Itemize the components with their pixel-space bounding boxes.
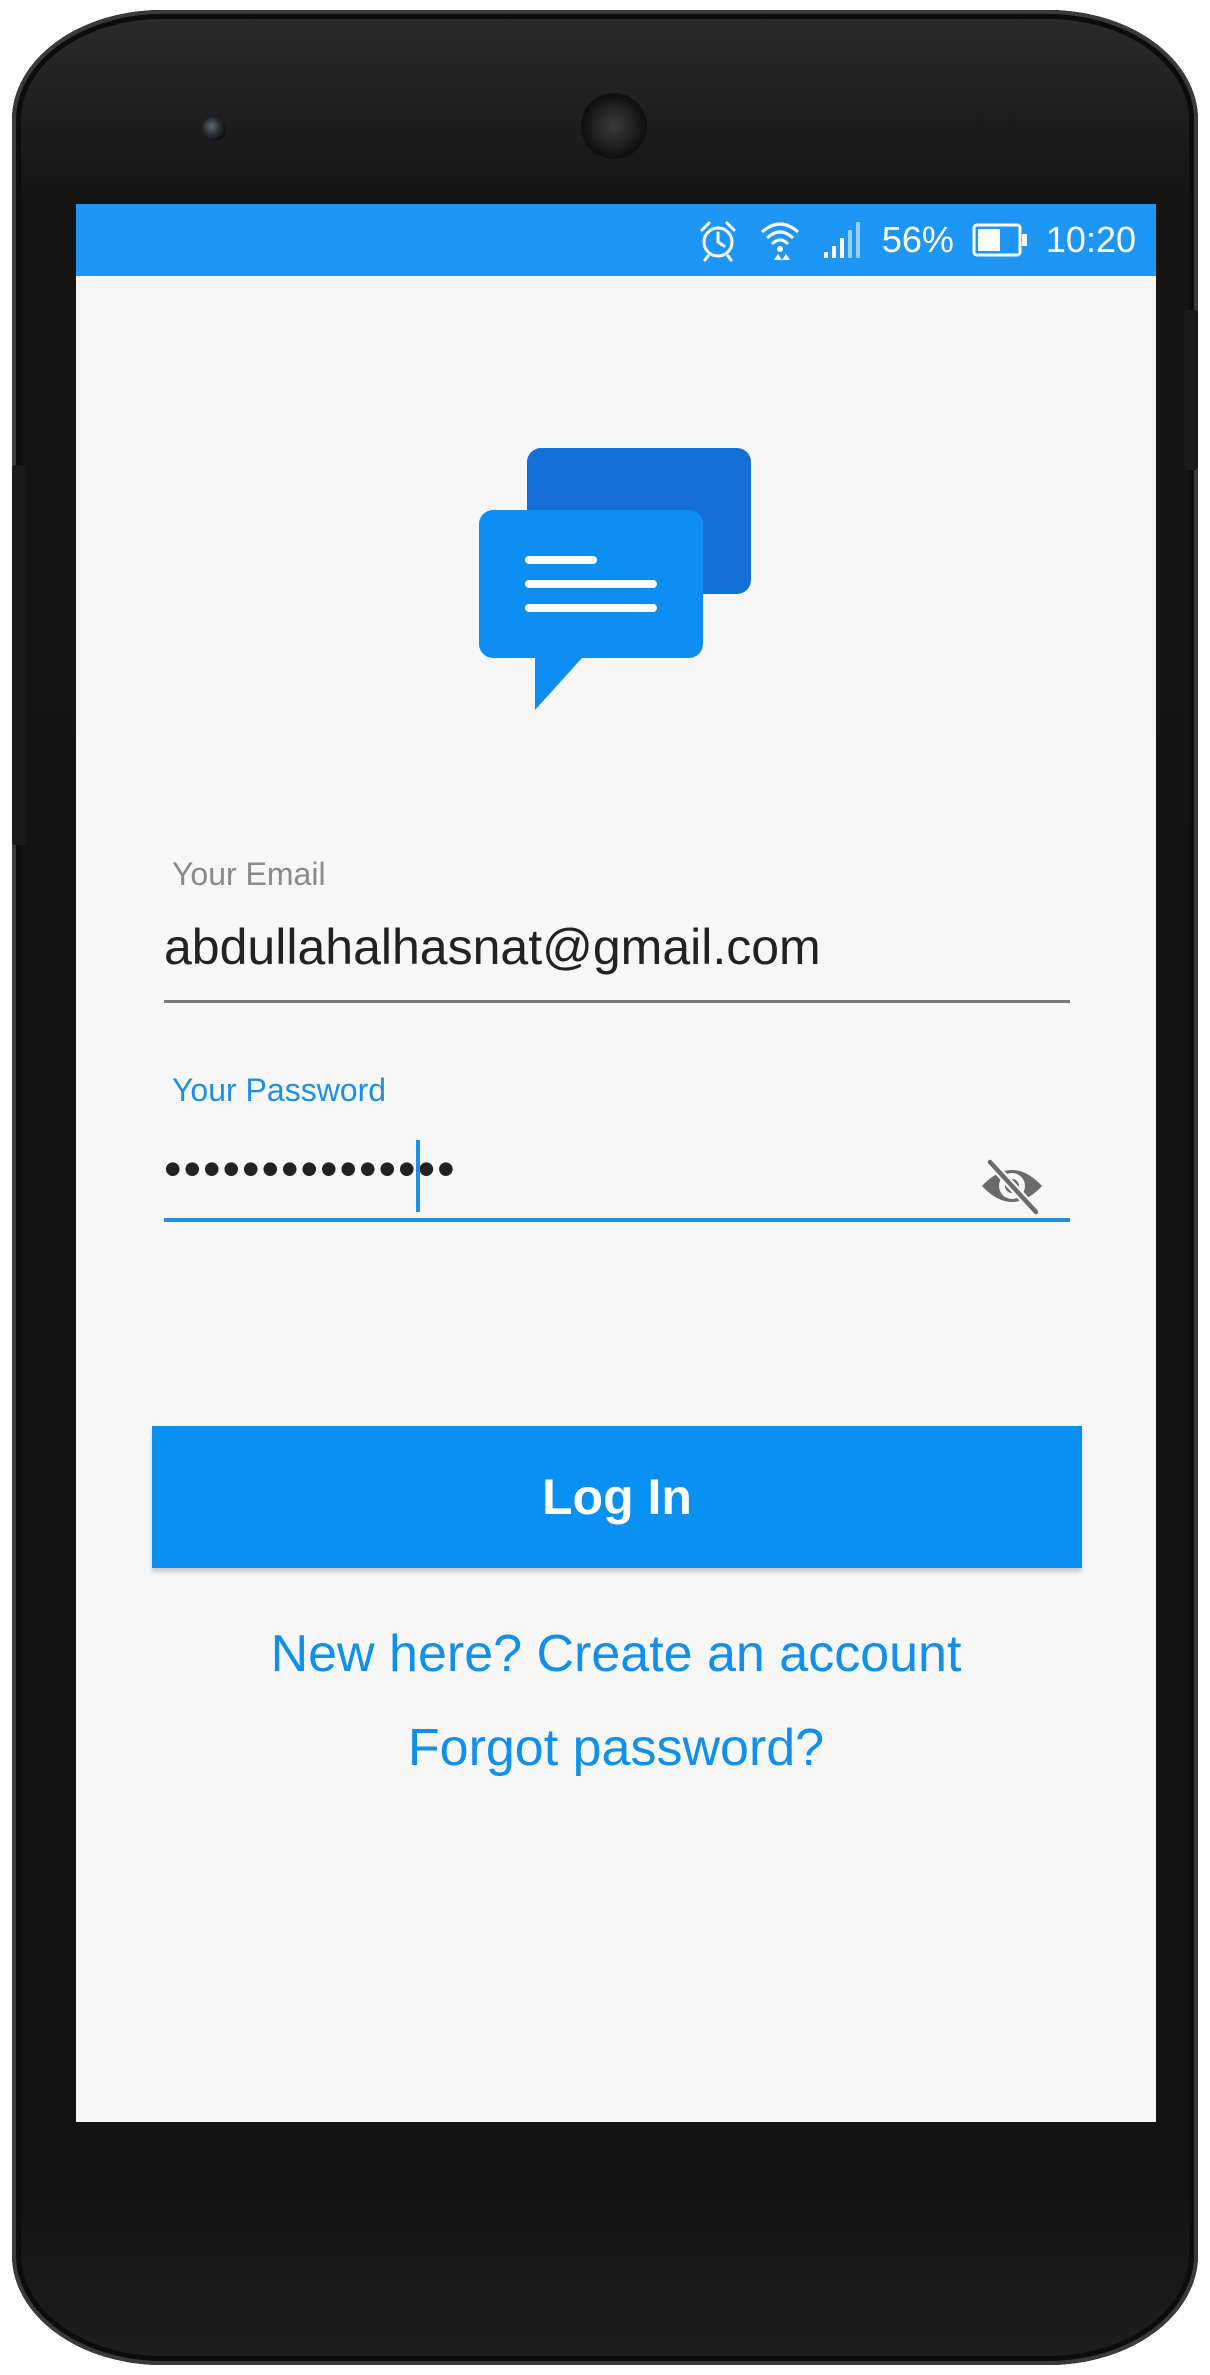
clock: 10:20 [1045,219,1136,260]
light-sensor [1007,118,1019,130]
front-camera [202,117,226,141]
proximity-sensor [972,118,984,130]
email-underline [164,1000,1070,1003]
email-input[interactable]: abdullahalhasnat@gmail.com [164,918,821,976]
create-account-link[interactable]: New here? Create an account [76,1624,1156,1684]
power-button [1184,310,1198,470]
text-caret [416,1140,420,1212]
login-button[interactable]: Log In [152,1426,1082,1568]
battery-percent: 56% [881,219,954,260]
chat-bubbles-icon [479,448,753,715]
phone-frame: 56% 10:20 Your Email abdullahalhasnat@gm… [12,10,1198,2365]
email-label: Your Email [172,856,326,892]
alarm-icon [696,218,740,262]
app-screen: 56% 10:20 Your Email abdullahalhasnat@gm… [76,204,1156,2122]
wifi-icon [758,218,802,262]
volume-button [12,465,26,845]
email-field[interactable]: Your Email abdullahalhasnat@gmail.com [164,856,1070,1006]
signal-icon [820,218,864,262]
status-bar: 56% 10:20 [76,204,1156,276]
password-input[interactable]: ••••••••••••••• [164,1140,457,1198]
forgot-password-link[interactable]: Forgot password? [76,1718,1156,1778]
battery-icon [972,222,1028,258]
password-label: Your Password [172,1072,387,1108]
password-underline [164,1218,1070,1222]
earpiece-speaker [584,96,644,156]
password-field[interactable]: Your Password ••••••••••••••• [164,1072,1070,1232]
eye-off-icon[interactable] [978,1156,1046,1217]
